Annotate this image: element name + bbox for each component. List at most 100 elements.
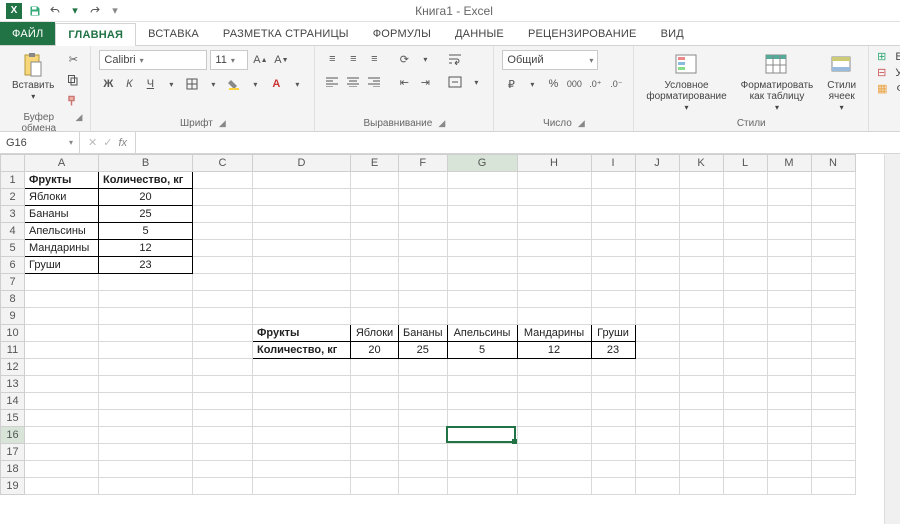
cell[interactable]	[723, 325, 767, 342]
cell[interactable]: Груши	[25, 257, 99, 274]
cell[interactable]	[193, 206, 253, 223]
worksheet-grid[interactable]: ABCDEFGHIJKLMN1ФруктыКоличество, кг2Ябло…	[0, 154, 900, 524]
chevron-down-icon[interactable]: ▾	[162, 75, 180, 93]
cell[interactable]	[517, 393, 591, 410]
cell[interactable]	[811, 223, 855, 240]
cut-icon[interactable]: ✂	[64, 50, 82, 68]
cell[interactable]	[447, 291, 517, 308]
cell[interactable]	[679, 393, 723, 410]
cell[interactable]	[591, 393, 635, 410]
copy-icon[interactable]	[64, 71, 82, 89]
cell[interactable]	[679, 325, 723, 342]
cell[interactable]	[99, 342, 193, 359]
cell[interactable]	[25, 461, 99, 478]
cell[interactable]	[635, 189, 679, 206]
cell[interactable]	[517, 172, 591, 189]
select-all-corner[interactable]	[1, 155, 25, 172]
chevron-down-icon[interactable]: ▾	[204, 75, 222, 93]
cell[interactable]	[399, 223, 448, 240]
cell[interactable]	[591, 206, 635, 223]
column-header[interactable]: E	[351, 155, 399, 172]
cell[interactable]	[679, 223, 723, 240]
row-header[interactable]: 9	[1, 308, 25, 325]
cell[interactable]	[193, 444, 253, 461]
conditional-formatting-button[interactable]: Условное форматирование▾	[642, 50, 730, 115]
cell[interactable]	[635, 240, 679, 257]
cell[interactable]	[811, 308, 855, 325]
tab-view[interactable]: ВИД	[649, 22, 696, 45]
cell[interactable]: 5	[99, 223, 193, 240]
cell[interactable]	[679, 189, 723, 206]
borders-icon[interactable]	[183, 75, 201, 93]
cell[interactable]	[399, 427, 448, 444]
cell[interactable]	[399, 189, 448, 206]
undo-icon[interactable]	[48, 4, 62, 18]
bold-button[interactable]: Ж	[99, 75, 117, 93]
cell[interactable]	[25, 444, 99, 461]
cell[interactable]	[25, 325, 99, 342]
merge-center-icon[interactable]	[446, 73, 464, 91]
cell[interactable]	[811, 240, 855, 257]
cell[interactable]	[517, 189, 591, 206]
chevron-down-icon[interactable]: ▾	[108, 4, 122, 18]
cell[interactable]	[679, 274, 723, 291]
cell[interactable]	[767, 240, 811, 257]
cell[interactable]	[591, 461, 635, 478]
row-header[interactable]: 19	[1, 478, 25, 495]
cell[interactable]	[767, 325, 811, 342]
accounting-format-icon[interactable]: ₽	[502, 75, 520, 93]
cell[interactable]	[99, 461, 193, 478]
cell[interactable]	[253, 444, 351, 461]
cell[interactable]	[351, 240, 399, 257]
cell[interactable]: 23	[591, 342, 635, 359]
cell[interactable]	[399, 274, 448, 291]
cell[interactable]	[25, 393, 99, 410]
cell[interactable]: 23	[99, 257, 193, 274]
cell[interactable]	[351, 172, 399, 189]
cell[interactable]	[25, 427, 99, 444]
cell[interactable]	[351, 189, 399, 206]
chevron-down-icon[interactable]: ▾	[467, 73, 485, 91]
cell[interactable]	[635, 172, 679, 189]
formula-input[interactable]	[136, 132, 900, 153]
row-header[interactable]: 13	[1, 376, 25, 393]
cell[interactable]	[447, 189, 517, 206]
cell[interactable]	[767, 172, 811, 189]
dialog-launcher-icon[interactable]: ◢	[219, 118, 226, 129]
cell[interactable]	[635, 206, 679, 223]
cell[interactable]	[517, 427, 591, 444]
column-header[interactable]: B	[99, 155, 193, 172]
cell[interactable]	[193, 257, 253, 274]
cell[interactable]	[679, 206, 723, 223]
cell[interactable]	[723, 461, 767, 478]
cell[interactable]: 12	[99, 240, 193, 257]
cell[interactable]	[591, 274, 635, 291]
cell[interactable]	[253, 240, 351, 257]
row-header[interactable]: 11	[1, 342, 25, 359]
tab-page-layout[interactable]: РАЗМЕТКА СТРАНИЦЫ	[211, 22, 361, 45]
align-middle-icon[interactable]: ≡	[344, 50, 362, 68]
cell[interactable]	[253, 223, 351, 240]
cell[interactable]: Апельсины	[25, 223, 99, 240]
cell[interactable]	[591, 189, 635, 206]
cell[interactable]	[99, 376, 193, 393]
cell[interactable]: Яблоки	[25, 189, 99, 206]
cell[interactable]	[253, 461, 351, 478]
cell[interactable]	[447, 359, 517, 376]
cell[interactable]	[399, 308, 448, 325]
cell[interactable]	[635, 359, 679, 376]
format-as-table-button[interactable]: Форматировать как таблицу▾	[737, 50, 818, 115]
cell[interactable]	[635, 461, 679, 478]
cell[interactable]	[591, 257, 635, 274]
cell[interactable]	[723, 189, 767, 206]
align-center-icon[interactable]	[344, 73, 362, 91]
cell[interactable]	[399, 410, 448, 427]
cell[interactable]: Мандарины	[517, 325, 591, 342]
cell[interactable]	[193, 427, 253, 444]
cell[interactable]	[99, 291, 193, 308]
cell[interactable]	[25, 410, 99, 427]
cell[interactable]	[351, 257, 399, 274]
cell[interactable]	[193, 342, 253, 359]
cell[interactable]	[253, 257, 351, 274]
cell[interactable]	[517, 444, 591, 461]
